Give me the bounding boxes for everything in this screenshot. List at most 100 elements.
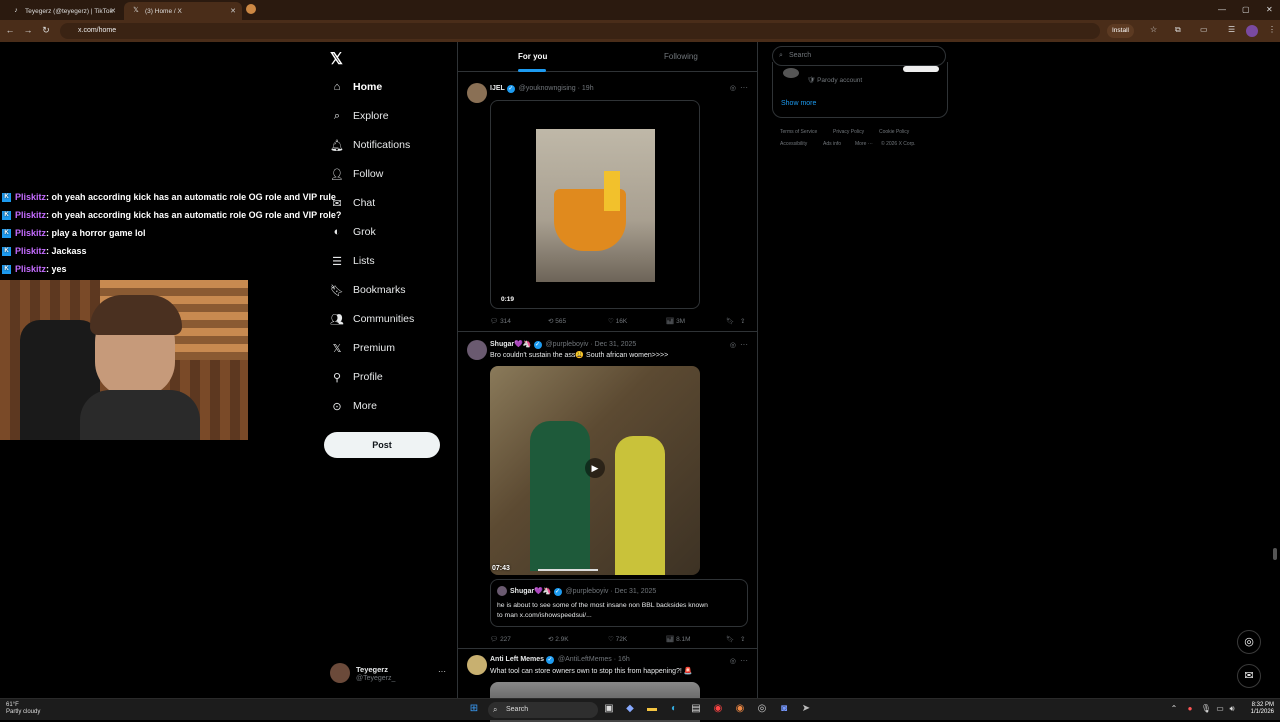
- sidebar-icon[interactable]: ▭: [1200, 25, 1208, 34]
- search-input[interactable]: ⌕ Search: [772, 46, 946, 66]
- scrollbar-thumb[interactable]: [1273, 548, 1277, 560]
- more-dots-icon[interactable]: ···: [740, 656, 748, 665]
- forward-icon[interactable]: →: [22, 25, 34, 35]
- author-name[interactable]: IJEL: [490, 85, 505, 92]
- footer-link[interactable]: Ads info: [823, 141, 841, 147]
- close-tab-icon[interactable]: ✕: [110, 7, 116, 15]
- nav-profile[interactable]: ⚲ Profile: [330, 367, 383, 387]
- share-icon[interactable]: ⇪: [740, 635, 745, 643]
- repost-button[interactable]: ⟲ 565: [548, 317, 566, 325]
- post[interactable]: Shugar💜🦄 ✓ @purpleboyiv · Dec 31, 2025 ◎ …: [458, 333, 758, 649]
- like-button[interactable]: ♡ 16K: [608, 317, 627, 325]
- maximize-icon[interactable]: ▢: [1242, 5, 1250, 14]
- post-button[interactable]: Post: [324, 432, 440, 458]
- footer-link[interactable]: Terms of Service: [780, 129, 817, 135]
- url-field[interactable]: x.com/home: [60, 23, 1100, 39]
- tab-following[interactable]: Following: [664, 52, 698, 61]
- avatar[interactable]: [467, 340, 487, 360]
- nav-follow[interactable]: 👤︎ Follow: [330, 164, 383, 184]
- x-logo-icon[interactable]: 𝕏: [330, 49, 343, 69]
- nav-explore[interactable]: ⌕ Explore: [330, 106, 389, 126]
- chrome-active-icon[interactable]: ◉: [734, 703, 746, 715]
- footer-link[interactable]: Accessibility: [780, 141, 807, 147]
- account-switcher[interactable]: Teyegerz @Teyegerz_ ···: [330, 663, 450, 687]
- nav-bookmarks[interactable]: 🔖︎ Bookmarks: [330, 280, 406, 300]
- video-progress[interactable]: [538, 569, 598, 571]
- footer-link[interactable]: Cookie Policy: [879, 129, 909, 135]
- taskbar-clock[interactable]: 8:32 PM 1/1/2026: [1236, 702, 1274, 716]
- star-icon[interactable]: ☆: [1150, 25, 1157, 34]
- footer-link[interactable]: Privacy Policy: [833, 129, 864, 135]
- nav-communities[interactable]: 👥︎ Communities: [330, 309, 414, 329]
- more-dots-icon[interactable]: ···: [740, 340, 748, 349]
- avatar[interactable]: [467, 83, 487, 103]
- file-explorer-icon[interactable]: ▬: [646, 703, 658, 715]
- video-player[interactable]: 0:19: [490, 100, 700, 309]
- chrome-icon[interactable]: ◉: [712, 703, 724, 715]
- like-button[interactable]: ♡ 72K: [608, 635, 627, 643]
- bookmark-icon[interactable]: 🔖︎: [726, 317, 734, 325]
- post[interactable]: IJEL ✓ @youknowngising · 19h ◎ ··· 0:19 💬…: [458, 73, 758, 332]
- post-time[interactable]: 19h: [582, 85, 594, 92]
- edge-icon[interactable]: ◐: [668, 703, 680, 715]
- close-tab-icon[interactable]: ✕: [230, 7, 236, 15]
- grok-icon[interactable]: ◎: [730, 657, 736, 665]
- author-handle[interactable]: @AntiLeftMemes: [558, 656, 612, 663]
- more-dots-icon[interactable]: ···: [740, 83, 748, 92]
- nav-more[interactable]: ⊙ More: [330, 396, 377, 416]
- bookmark-icon[interactable]: 🔖︎: [726, 635, 734, 643]
- share-icon[interactable]: ⇪: [740, 317, 745, 325]
- footer-link[interactable]: More ···: [855, 141, 873, 147]
- nav-home[interactable]: ⌂ Home: [330, 77, 383, 97]
- nav-notifications[interactable]: 🔔︎ Notifications: [330, 135, 410, 155]
- loading-tab-icon[interactable]: [246, 4, 256, 14]
- post-time[interactable]: 16h: [618, 656, 630, 663]
- messages-fab-icon[interactable]: ✉: [1237, 664, 1261, 688]
- store-icon[interactable]: ▤: [690, 703, 702, 715]
- nav-grok[interactable]: ◐ Grok: [330, 222, 376, 242]
- back-icon[interactable]: ←: [4, 25, 16, 35]
- mic-icon[interactable]: 🎙︎: [1200, 703, 1212, 715]
- close-window-icon[interactable]: ✕: [1266, 5, 1273, 14]
- tray-chevron-icon[interactable]: ⌃: [1168, 703, 1180, 715]
- author-handle[interactable]: @youknowngising: [519, 85, 576, 92]
- quoted-post[interactable]: Shugar💜🦄 ✓ @purpleboyiv · Dec 31, 2025 he…: [490, 579, 748, 627]
- menu-icon[interactable]: ☰: [1228, 25, 1235, 34]
- avatar[interactable]: [467, 655, 487, 675]
- nav-lists[interactable]: ☰ Lists: [330, 251, 375, 271]
- discord-icon[interactable]: ◙: [778, 703, 790, 715]
- weather-widget[interactable]: 61°F Partly cloudy: [6, 702, 40, 716]
- app-icon[interactable]: ◎: [756, 703, 768, 715]
- video-player[interactable]: ▶ 07:43: [490, 366, 700, 575]
- profile-avatar[interactable]: [1246, 25, 1258, 37]
- show-more-link[interactable]: Show more: [781, 100, 816, 107]
- play-icon[interactable]: ▶: [585, 458, 605, 478]
- reply-button[interactable]: 💬︎ 227: [490, 635, 511, 643]
- taskbar-search[interactable]: ⌕ Search: [488, 702, 598, 718]
- reload-icon[interactable]: ↻: [40, 25, 52, 36]
- install-button[interactable]: Install: [1107, 24, 1134, 38]
- tab-tiktok[interactable]: ♪ Teyegerz (@teyegerz) | TikTok ✕: [4, 2, 122, 20]
- minimize-icon[interactable]: —: [1218, 5, 1226, 14]
- tab-for-you[interactable]: For you: [518, 52, 547, 61]
- steam-icon[interactable]: ➤: [800, 703, 812, 715]
- tray-app-icon[interactable]: ●: [1184, 703, 1196, 715]
- grok-icon[interactable]: ◎: [730, 84, 736, 92]
- author-name[interactable]: Anti Left Memes: [490, 656, 544, 663]
- extensions-icon[interactable]: ⧉: [1175, 25, 1181, 35]
- views-button[interactable]: 📊︎ 8.1M: [666, 635, 691, 643]
- windows-start-icon[interactable]: ⊞: [468, 703, 480, 715]
- tab-x-home[interactable]: 𝕏 (3) Home / X ✕: [124, 2, 242, 20]
- post-time[interactable]: Dec 31, 2025: [595, 341, 637, 348]
- copilot-icon[interactable]: ◆: [624, 703, 636, 715]
- nav-premium[interactable]: 𝕏 Premium: [330, 338, 395, 358]
- reply-button[interactable]: 💬︎ 314: [490, 317, 511, 325]
- author-name[interactable]: Shugar💜🦄: [490, 341, 532, 348]
- more-options-icon[interactable]: ⋮: [1268, 25, 1276, 34]
- grok-fab-icon[interactable]: ◎: [1237, 630, 1261, 654]
- network-icon[interactable]: ▭: [1214, 703, 1226, 715]
- views-button[interactable]: 📊︎ 3M: [666, 317, 685, 325]
- repost-button[interactable]: ⟲ 2.9K: [548, 635, 569, 643]
- task-view-icon[interactable]: ▣: [603, 703, 615, 715]
- author-handle[interactable]: @purpleboyiv: [546, 341, 589, 348]
